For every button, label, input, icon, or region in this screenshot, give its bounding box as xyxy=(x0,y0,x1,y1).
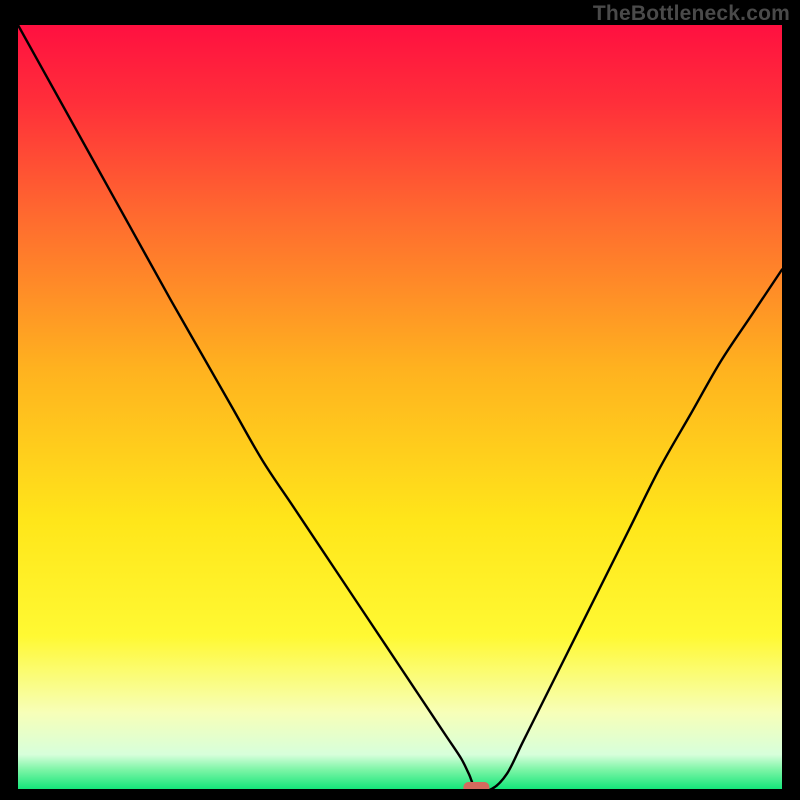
chart-frame: TheBottleneck.com xyxy=(0,0,800,800)
watermark-text: TheBottleneck.com xyxy=(593,2,790,26)
gradient-background xyxy=(18,25,782,789)
optimal-marker xyxy=(463,782,489,789)
bottleneck-plot xyxy=(18,25,782,789)
